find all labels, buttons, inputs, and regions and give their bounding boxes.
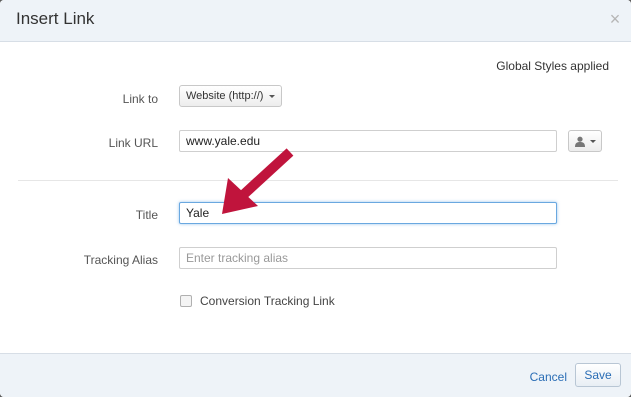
contact-picker-button[interactable]: [568, 130, 602, 152]
section-divider: [18, 180, 618, 181]
link-type-dropdown[interactable]: Website (http://): [179, 85, 283, 107]
cancel-button[interactable]: Cancel: [530, 370, 567, 384]
tracking-alias-label: Tracking Alias: [83, 253, 158, 267]
contact-person-icon: [575, 136, 585, 147]
dialog-header: Insert Link ×: [0, 0, 631, 42]
dialog-footer: Cancel Save: [0, 353, 631, 397]
conversion-tracking-row: Conversion Tracking Link: [180, 294, 335, 308]
save-button[interactable]: Save: [575, 363, 621, 387]
global-styles-note: Global Styles applied: [496, 59, 609, 73]
link-type-selected: Website (http://): [186, 90, 264, 102]
chevron-down-icon: [590, 139, 596, 143]
link-to-label: Link to: [122, 92, 158, 106]
conversion-tracking-label[interactable]: Conversion Tracking Link: [200, 294, 335, 308]
link-url-label: Link URL: [108, 136, 158, 150]
annotation-arrow-icon: [222, 148, 294, 214]
conversion-tracking-checkbox[interactable]: [180, 295, 192, 307]
title-label: Title: [135, 208, 158, 222]
chevron-down-icon: [269, 94, 276, 98]
close-icon[interactable]: ×: [607, 9, 623, 30]
tracking-alias-input[interactable]: [179, 247, 557, 269]
insert-link-dialog: Insert Link × Global Styles applied Link…: [0, 0, 631, 397]
dialog-title: Insert Link: [16, 9, 95, 28]
